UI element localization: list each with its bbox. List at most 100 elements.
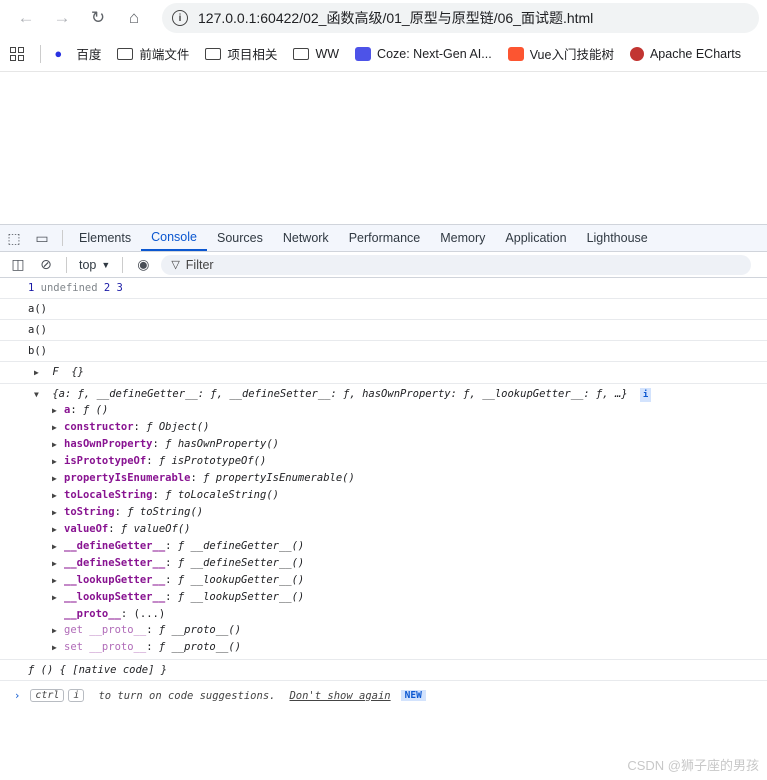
console-prompt[interactable]: › ctrl i to turn on code suggestions. Do…	[0, 681, 767, 702]
bookmark-vue[interactable]: Vue入门技能树	[507, 44, 614, 63]
console-row-prototype[interactable]: ▼ {a: ƒ, __defineGetter__: ƒ, __defineSe…	[0, 384, 767, 660]
object-summary: {a: ƒ, __defineGetter__: ƒ, __defineSett…	[52, 388, 628, 400]
suggest-text: to turn on code suggestions.	[98, 689, 276, 702]
tab-network[interactable]: Network	[273, 225, 339, 251]
tab-elements[interactable]: Elements	[69, 225, 141, 251]
prompt-chevron-icon: ›	[14, 689, 21, 702]
bookmark-ww[interactable]: WW	[293, 47, 339, 61]
device-toolbar-icon[interactable]: ▭	[28, 225, 56, 251]
prop-row[interactable]: ▶ hasOwnProperty: ƒ hasOwnProperty()	[34, 436, 767, 453]
expand-triangle-icon[interactable]: ▶	[52, 623, 64, 639]
address-bar[interactable]: i 127.0.0.1:60422/02_函数高级/01_原型与原型链/06_面…	[162, 3, 759, 33]
prop-row[interactable]: ▶ isPrototypeOf: ƒ isPrototypeOf()	[34, 453, 767, 470]
bookmarks-bar: ● 百度 前端文件 项目相关 WW Coze: Next-Gen AI... V…	[0, 36, 767, 72]
tab-application[interactable]: Application	[495, 225, 576, 251]
filter-icon: ▽	[171, 259, 180, 271]
tab-lighthouse[interactable]: Lighthouse	[577, 225, 658, 251]
expand-triangle-icon[interactable]: ▶	[52, 590, 64, 606]
console-row-object-f[interactable]: ▶ F {}	[0, 362, 767, 384]
prop-value: ƒ __proto__()	[158, 624, 242, 636]
forward-arrow-icon[interactable]: →	[44, 3, 80, 33]
collapse-triangle-icon[interactable]: ▼	[34, 388, 46, 402]
object-value: {}	[71, 366, 84, 378]
clear-console-icon[interactable]: ⊘	[32, 252, 60, 278]
prop-value: ƒ propertyIsEnumerable()	[203, 472, 355, 484]
filter-placeholder: Filter	[185, 257, 214, 272]
expand-triangle-icon[interactable]: ▶	[52, 488, 64, 504]
echarts-icon	[629, 46, 644, 61]
expand-triangle-icon[interactable]: ▶	[52, 505, 64, 521]
expand-triangle-icon[interactable]: ▶	[52, 437, 64, 453]
expand-triangle-icon[interactable]: ▶	[52, 522, 64, 538]
prop-value[interactable]: (...)	[134, 608, 166, 620]
tab-console[interactable]: Console	[141, 225, 207, 251]
prop-row[interactable]: ▶ constructor: ƒ Object()	[34, 419, 767, 436]
expand-triangle-icon[interactable]: ▶	[52, 471, 64, 487]
prop-value: ƒ isPrototypeOf()	[158, 455, 267, 467]
back-arrow-icon[interactable]: ←	[8, 3, 44, 33]
kbd-i: i	[68, 689, 85, 702]
prop-row[interactable]: ▶ valueOf: ƒ valueOf()	[34, 521, 767, 538]
context-selector[interactable]: top ▼	[73, 258, 116, 272]
bookmark-label: WW	[315, 46, 340, 61]
bookmark-frontend-files[interactable]: 前端文件	[117, 44, 189, 63]
prop-key: a	[64, 404, 71, 416]
expand-triangle-icon[interactable]: ▶	[52, 454, 64, 470]
prop-key: isPrototypeOf	[64, 455, 147, 467]
getter-row[interactable]: ▶ get __proto__: ƒ __proto__()	[34, 622, 767, 639]
context-label: top	[79, 257, 97, 272]
tab-memory[interactable]: Memory	[430, 225, 495, 251]
prop-value: ƒ toString()	[127, 506, 204, 518]
coze-icon	[355, 46, 372, 61]
expand-triangle-icon[interactable]: ▶	[52, 403, 64, 419]
dont-show-again-link[interactable]: Don't show again	[289, 690, 390, 702]
sidebar-toggle-icon[interactable]: ◫	[4, 252, 32, 278]
tab-sources[interactable]: Sources	[207, 225, 273, 251]
expand-triangle-icon[interactable]: ▶	[34, 366, 46, 380]
prop-key: get __proto__	[64, 624, 147, 636]
info-badge[interactable]: i	[639, 388, 652, 402]
inspect-element-icon[interactable]: ⬚	[0, 225, 28, 251]
bookmark-coze[interactable]: Coze: Next-Gen AI...	[355, 46, 492, 61]
prop-value: ƒ toLocaleString()	[165, 489, 279, 501]
expand-triangle-icon[interactable]: ▶	[52, 573, 64, 589]
prop-value: ƒ __lookupGetter__()	[177, 574, 305, 586]
prop-row[interactable]: ▶ toString: ƒ toString()	[34, 504, 767, 521]
setter-row[interactable]: ▶ set __proto__: ƒ __proto__()	[34, 639, 767, 656]
expand-triangle-icon[interactable]: ▶	[52, 539, 64, 555]
url-text: 127.0.0.1:60422/02_函数高级/01_原型与原型链/06_面试题…	[198, 10, 594, 26]
reload-icon[interactable]: ↻	[80, 3, 116, 33]
bookmark-label: 项目相关	[227, 48, 278, 62]
home-icon[interactable]: ⌂	[116, 3, 152, 33]
apps-grid-icon[interactable]	[10, 46, 26, 61]
prop-row[interactable]: ▶ __defineGetter__: ƒ __defineGetter__()	[34, 538, 767, 555]
bookmark-baidu[interactable]: ● 百度	[54, 44, 101, 63]
expand-triangle-icon[interactable]: ▶	[52, 556, 64, 572]
bookmark-project[interactable]: 项目相关	[205, 44, 277, 63]
watermark: CSDN @狮子座的男孩	[627, 758, 759, 773]
folder-icon	[293, 47, 310, 60]
console-row: a()	[0, 299, 767, 320]
bookmark-echarts[interactable]: Apache ECharts	[629, 46, 741, 61]
expand-triangle-icon[interactable]: ▶	[52, 640, 64, 656]
prop-key: __lookupSetter__	[64, 591, 166, 603]
proto-row[interactable]: __proto__: (...)	[34, 606, 767, 622]
prop-value: ƒ valueOf()	[120, 523, 191, 535]
prop-row[interactable]: ▶ __lookupSetter__: ƒ __lookupSetter__()	[34, 589, 767, 606]
prop-value: ƒ Object()	[146, 421, 210, 433]
prop-key: propertyIsEnumerable	[64, 472, 191, 484]
prop-row[interactable]: ▶ a: ƒ ()	[34, 402, 767, 419]
object-type-label: F	[52, 366, 59, 378]
prop-value: ƒ __defineSetter__()	[177, 557, 305, 569]
prop-row[interactable]: ▶ propertyIsEnumerable: ƒ propertyIsEnume…	[34, 470, 767, 487]
prop-row[interactable]: ▶ __lookupGetter__: ƒ __lookupGetter__()	[34, 572, 767, 589]
filter-input[interactable]: ▽ Filter	[161, 254, 752, 275]
prop-row[interactable]: ▶ toLocaleString: ƒ toLocaleString()	[34, 487, 767, 504]
prop-key: hasOwnProperty	[64, 438, 153, 450]
expand-triangle-icon[interactable]: ▶	[52, 420, 64, 436]
log-value: 3	[116, 282, 123, 294]
site-info-icon[interactable]: i	[172, 10, 188, 26]
tab-performance[interactable]: Performance	[339, 225, 431, 251]
eye-icon[interactable]: ◉	[129, 252, 157, 278]
prop-row[interactable]: ▶ __defineSetter__: ƒ __defineSetter__()	[34, 555, 767, 572]
